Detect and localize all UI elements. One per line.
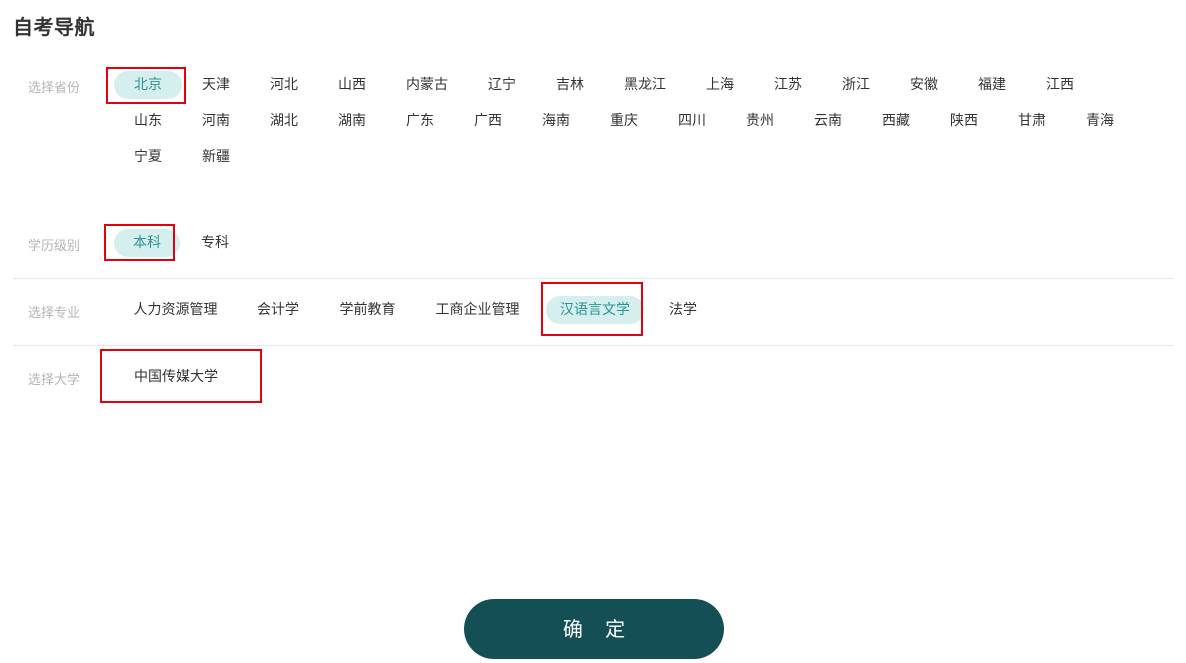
province-option-ningxia[interactable]: 宁夏 [114, 143, 182, 171]
province-option-xinjiang[interactable]: 新疆 [182, 143, 250, 171]
province-option-chongqing[interactable]: 重庆 [590, 107, 658, 135]
province-option-shaanxi[interactable]: 陕西 [930, 107, 998, 135]
major-option-chinese-literature[interactable]: 汉语言文学 [546, 296, 644, 324]
province-option-hainan[interactable]: 海南 [522, 107, 590, 135]
major-option-business-management[interactable]: 工商企业管理 [422, 296, 533, 324]
province-option-liaoning[interactable]: 辽宁 [468, 71, 536, 99]
province-option-jiangsu[interactable]: 江苏 [754, 71, 822, 99]
province-option-yunnan[interactable]: 云南 [794, 107, 862, 135]
major-option-hr-management[interactable]: 人力资源管理 [120, 296, 231, 324]
province-option-gansu[interactable]: 甘肃 [998, 107, 1066, 135]
province-option-tianjin[interactable]: 天津 [182, 71, 250, 99]
province-option-guangxi[interactable]: 广西 [454, 107, 522, 135]
province-option-henan[interactable]: 河南 [182, 107, 250, 135]
education-option-bachelor[interactable]: 本科 [114, 229, 180, 257]
province-option-anhui[interactable]: 安徽 [890, 71, 958, 99]
divider-2 [13, 345, 1174, 346]
divider-1 [13, 278, 1174, 279]
page-title: 自考导航 [13, 15, 95, 39]
education-option-associate[interactable]: 专科 [182, 229, 248, 257]
province-option-fujian[interactable]: 福建 [958, 71, 1026, 99]
province-option-zhejiang[interactable]: 浙江 [822, 71, 890, 99]
province-option-qinghai[interactable]: 青海 [1066, 107, 1134, 135]
province-option-hunan[interactable]: 湖南 [318, 107, 386, 135]
province-option-shanghai[interactable]: 上海 [686, 71, 754, 99]
university-row-label: 选择大学 [28, 373, 81, 388]
province-option-hebei[interactable]: 河北 [250, 71, 318, 99]
education-row-label: 学历级别 [28, 239, 81, 254]
province-option-beijing[interactable]: 北京 [114, 71, 182, 99]
province-option-jiangxi[interactable]: 江西 [1026, 71, 1094, 99]
province-option-jilin[interactable]: 吉林 [536, 71, 604, 99]
province-option-neimenggu[interactable]: 内蒙古 [386, 71, 468, 99]
province-option-shanxi[interactable]: 山西 [318, 71, 386, 99]
province-option-xizang[interactable]: 西藏 [862, 107, 930, 135]
major-option-accounting[interactable]: 会计学 [245, 296, 311, 324]
major-option-law[interactable]: 法学 [656, 296, 710, 324]
confirm-button[interactable]: 确 定 [464, 599, 724, 659]
province-option-heilongjiang[interactable]: 黑龙江 [604, 71, 686, 99]
university-option-cuc[interactable]: 中国传媒大学 [120, 363, 232, 391]
province-option-sichuan[interactable]: 四川 [658, 107, 726, 135]
province-row-label: 选择省份 [28, 81, 81, 96]
province-option-guizhou[interactable]: 贵州 [726, 107, 794, 135]
major-row-label: 选择专业 [28, 306, 81, 321]
major-option-preschool-education[interactable]: 学前教育 [326, 296, 409, 324]
province-option-hubei[interactable]: 湖北 [250, 107, 318, 135]
province-option-shandong[interactable]: 山东 [114, 107, 182, 135]
province-option-guangdong[interactable]: 广东 [386, 107, 454, 135]
